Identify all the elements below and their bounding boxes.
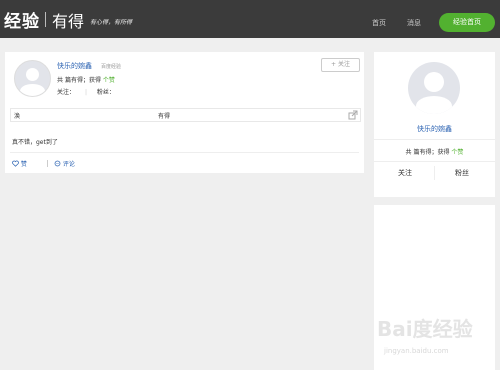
sidebar-divider-bottom — [374, 161, 495, 162]
heart-icon — [12, 160, 19, 167]
sidebar-fans-button[interactable]: 粉丝 — [455, 168, 469, 178]
follow-fans-line: 关注： | 粉丝： — [57, 87, 115, 96]
avatar-body — [20, 84, 45, 96]
post-card: 快乐的婉鑫 百度经验 共 篇有得；获得 个赞 关注： | 粉丝： + 关注 涣 … — [5, 52, 364, 173]
nav-home-link[interactable]: 首页 — [372, 18, 386, 28]
post-content: 真不错，get到了 — [12, 139, 58, 146]
watermark-text: Bai度经验 — [377, 317, 473, 341]
fans-count-label[interactable]: 粉丝： — [97, 89, 115, 96]
experience-tag: 有得 — [158, 113, 171, 120]
user-stats: 共 篇有得；获得 个赞 — [57, 75, 115, 84]
user-avatar[interactable] — [14, 60, 51, 97]
sidebar-avatar[interactable] — [408, 62, 460, 114]
avatar-head — [26, 68, 39, 81]
experience-home-button[interactable]: 经验首页 — [439, 13, 495, 32]
sidebar-stats-prefix: 共 — [405, 149, 412, 156]
like-label: 赞 — [20, 161, 27, 168]
baidu-watermark: Bai度经验 jingyan.baidu.com — [355, 313, 495, 361]
action-divider — [10, 152, 359, 153]
sidebar-stats: 共 篇有得；获得 个赞 — [374, 147, 495, 156]
brand-subtitle[interactable]: 有得 — [52, 8, 84, 32]
sidebar-avatar-body — [416, 96, 452, 114]
user-level: 百度经验 — [101, 64, 122, 70]
comment-button[interactable]: 评论 — [54, 159, 75, 168]
sidebar-stats-mid: 篇有得；获得 — [413, 149, 450, 156]
top-navigation-bar: 经验 有得 有心得，有所得 首页 消息 经验首页 — [0, 0, 500, 38]
stats-mid: 篇有得；获得 — [64, 77, 101, 84]
stats-prefix: 共 — [57, 77, 64, 84]
nav-messages-link[interactable]: 消息 — [407, 18, 421, 28]
like-button[interactable]: 赞 — [12, 159, 27, 168]
sidebar-username[interactable]: 快乐的婉鑫 — [374, 124, 495, 134]
experience-title[interactable]: 涣 — [14, 111, 20, 120]
follow-count-label[interactable]: 关注： — [57, 89, 75, 96]
action-separator — [47, 160, 48, 167]
sidebar-follow-button[interactable]: 关注 — [398, 168, 412, 178]
sidebar-avatar-head — [424, 72, 444, 92]
brand-logo[interactable]: 经验 — [4, 7, 40, 32]
slogan: 有心得，有所得 — [90, 19, 133, 26]
follow-fans-separator: | — [84, 89, 87, 96]
sidebar-button-separator — [434, 166, 435, 180]
stats-suffix: 个赞 — [102, 77, 115, 84]
comment-icon — [54, 160, 61, 167]
user-profile-card: 快乐的婉鑫 共 篇有得；获得 个赞 关注 粉丝 — [374, 52, 495, 197]
sidebar-divider-top — [374, 139, 495, 140]
post-username[interactable]: 快乐的婉鑫 — [57, 61, 92, 71]
external-link-icon[interactable] — [348, 110, 358, 120]
follow-button[interactable]: + 关注 — [321, 58, 360, 72]
comment-label: 评论 — [62, 161, 75, 168]
watermark-url: jingyan.baidu.com — [384, 347, 449, 355]
sidebar-stats-suffix: 个赞 — [451, 149, 464, 156]
experience-row[interactable]: 涣 有得 — [10, 108, 361, 122]
brand-divider — [45, 12, 46, 27]
